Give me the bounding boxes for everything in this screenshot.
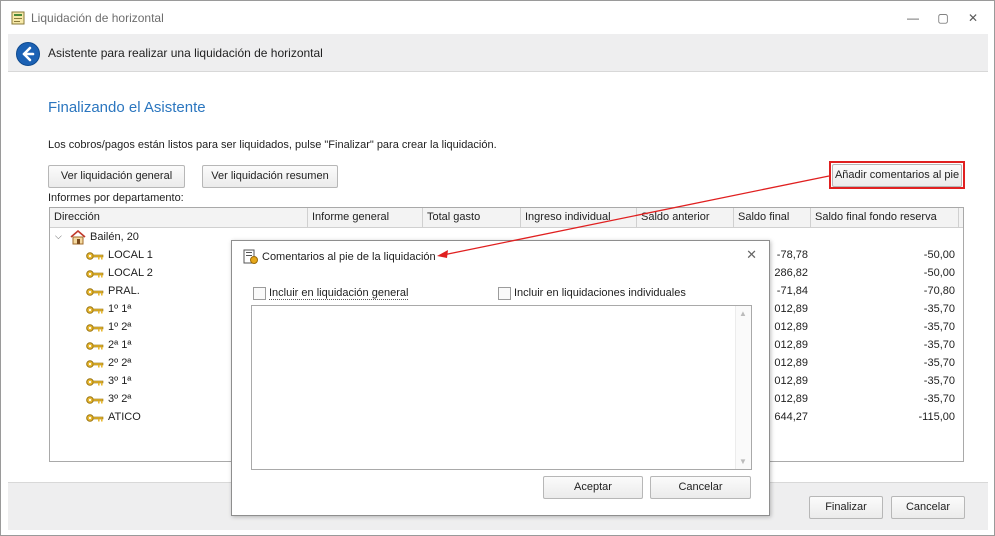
col-informe-general[interactable]: Informe general (308, 208, 423, 228)
department-name: 3º 1ª (108, 375, 132, 387)
title-bar: Liquidación de horizontal — ▢ ✕ (1, 1, 994, 34)
key-icon (86, 395, 104, 405)
fondo-reserva-cell: -50,00 (923, 267, 955, 279)
back-button[interactable] (16, 42, 40, 66)
scroll-down-icon[interactable]: ▼ (739, 457, 747, 466)
include-general-label[interactable]: Incluir en liquidación general (269, 287, 409, 300)
key-icon (86, 269, 104, 279)
maximize-button[interactable]: ▢ (933, 9, 953, 27)
grid-header: Dirección Informe general Total gasto In… (50, 208, 963, 228)
include-individual-label[interactable]: Incluir en liquidaciones individuales (514, 287, 686, 299)
wizard-header: Asistente para realizar una liquidación … (8, 34, 988, 72)
highlight-annotation (829, 161, 965, 189)
key-icon (86, 359, 104, 369)
arrow-left-icon (22, 46, 35, 62)
fondo-reserva-cell: -70,80 (923, 285, 955, 297)
col-total-gasto[interactable]: Total gasto (423, 208, 521, 228)
wizard-title: Asistente para realizar una liquidación … (48, 46, 323, 60)
accept-button[interactable]: Aceptar (543, 476, 643, 499)
col-ingreso-individual[interactable]: Ingreso individual (521, 208, 637, 228)
col-saldo-final[interactable]: Saldo final (734, 208, 811, 228)
page-title: Finalizando el Asistente (48, 99, 206, 116)
key-icon (86, 413, 104, 423)
department-name: PRAL. (108, 285, 140, 297)
department-name: 2º 2ª (108, 357, 132, 369)
view-summary-button[interactable]: Ver liquidación resumen (202, 165, 338, 188)
app-icon (11, 11, 25, 25)
department-name: ATICO (108, 411, 141, 423)
close-button[interactable]: ✕ (963, 9, 983, 27)
finish-button[interactable]: Finalizar (809, 496, 883, 519)
cancel-button[interactable]: Cancelar (891, 496, 965, 519)
department-name: 1º 1ª (108, 303, 132, 315)
department-name: LOCAL 1 (108, 249, 153, 261)
dialog-cancel-button[interactable]: Cancelar (650, 476, 751, 499)
include-general-checkbox[interactable] (253, 287, 266, 300)
fondo-reserva-cell: -35,70 (923, 321, 955, 333)
dialog-close-button[interactable]: ✕ (746, 247, 757, 263)
view-general-button[interactable]: Ver liquidación general (48, 165, 185, 188)
fondo-reserva-cell: -35,70 (923, 357, 955, 369)
department-name: LOCAL 2 (108, 267, 153, 279)
key-icon (86, 323, 104, 333)
key-icon (86, 287, 104, 297)
key-icon (86, 377, 104, 387)
departments-label: Informes por departamento: (48, 192, 184, 204)
department-name: 1º 2ª (108, 321, 132, 333)
department-name: 3º 2ª (108, 393, 132, 405)
minimize-button[interactable]: — (903, 9, 923, 27)
comments-dialog: Comentarios al pie de la liquidación ✕ I… (231, 240, 770, 516)
fondo-reserva-cell: -50,00 (923, 249, 955, 261)
col-saldo-fondo-reserva[interactable]: Saldo final fondo reserva (811, 208, 959, 228)
notes-icon (243, 249, 258, 264)
building-icon (70, 230, 86, 245)
fondo-reserva-cell: -35,70 (923, 339, 955, 351)
scroll-up-icon[interactable]: ▲ (739, 309, 747, 318)
group-label: Bailén, 20 (90, 231, 139, 243)
window-title: Liquidación de horizontal (31, 11, 164, 25)
fondo-reserva-cell: -115,00 (918, 411, 956, 423)
col-saldo-anterior[interactable]: Saldo anterior (637, 208, 734, 228)
col-direccion[interactable]: Dirección (50, 208, 308, 228)
intro-text: Los cobros/pagos están listos para ser l… (48, 139, 497, 151)
department-name: 2ª 1ª (108, 339, 132, 351)
main-window: Liquidación de horizontal — ▢ ✕ Asistent… (0, 0, 995, 536)
memo-scrollbar[interactable]: ▲ ▼ (735, 306, 751, 469)
chevron-down-icon[interactable]: ⌵ (55, 231, 62, 242)
include-individual-checkbox[interactable] (498, 287, 511, 300)
comments-textarea[interactable]: ▲ ▼ (251, 305, 752, 470)
dialog-title: Comentarios al pie de la liquidación (262, 251, 436, 263)
key-icon (86, 341, 104, 351)
fondo-reserva-cell: -35,70 (923, 303, 955, 315)
fondo-reserva-cell: -35,70 (923, 393, 955, 405)
key-icon (86, 305, 104, 315)
fondo-reserva-cell: -35,70 (923, 375, 955, 387)
key-icon (86, 251, 104, 261)
